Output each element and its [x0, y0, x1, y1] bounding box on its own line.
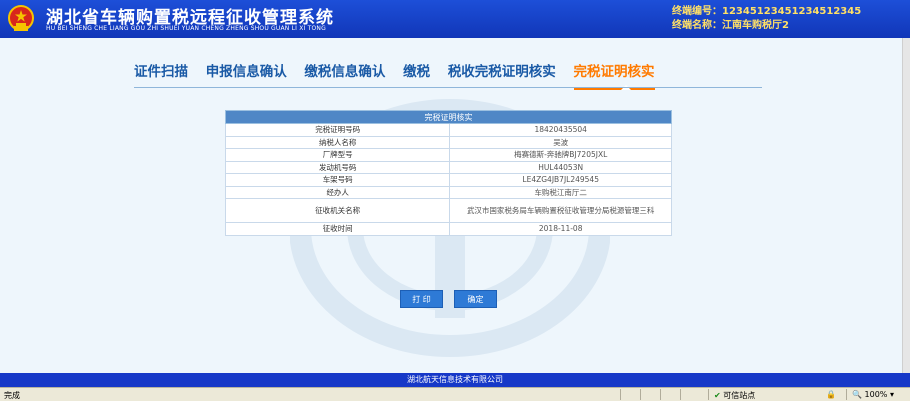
status-divider [680, 389, 681, 400]
row-label: 征收机关名称 [224, 198, 451, 223]
row-value: 18420435504 [449, 123, 672, 137]
step-tabs: 证件扫描 申报信息确认 缴税信息确认 缴税 税收完税证明核实 完税证明核实 [134, 60, 668, 90]
terminal-info: 终端编号：12345123451234512345 终端名称：江南车购税厅2 [672, 5, 861, 33]
terminal-name-value: 江南车购税厅2 [722, 20, 789, 31]
terminal-no-value: 12345123451234512345 [722, 6, 862, 17]
row-value: LE4ZG4JB7JL249545 [449, 173, 672, 187]
security-zone-label: 可信站点 [723, 391, 756, 400]
confirm-button[interactable]: 确定 [454, 290, 497, 308]
app-title-pinyin: HU BEI SHENG CHE LIANG GOU ZHI SHUEI YUA… [46, 25, 326, 32]
row-label: 车架号码 [224, 173, 451, 187]
row-label: 征收时间 [224, 222, 451, 236]
row-label: 经办人 [224, 185, 451, 199]
terminal-name-label: 终端名称： [672, 20, 722, 31]
security-zone[interactable]: ✔ 可信站点 [714, 390, 755, 401]
status-divider [640, 389, 641, 400]
browser-status-bar: 完成 ✔ 可信站点 🔒 🔍 100% ▾ [0, 387, 910, 401]
table-row: 厂牌型号 梅赛德斯-奔驰牌BJ7205JXL [224, 148, 672, 162]
status-divider [708, 389, 709, 400]
status-text: 完成 [4, 391, 20, 400]
table-row: 征收时间 2018-11-08 [224, 222, 672, 236]
checkmark-icon: ✔ [714, 391, 721, 400]
tab-certificate-verify[interactable]: 完税证明核实 [573, 60, 655, 90]
table-row: 经办人 车购税江南厅二 [224, 185, 672, 199]
tab-id-scan[interactable]: 证件扫描 [134, 60, 188, 87]
table-row: 发动机号码 HUL44053N [224, 160, 672, 174]
tab-declaration-confirm[interactable]: 申报信息确认 [206, 60, 287, 87]
tab-divider [134, 87, 762, 88]
print-button[interactable]: 打 印 [400, 290, 443, 308]
row-value: 梅赛德斯-奔驰牌BJ7205JXL [449, 148, 672, 162]
status-divider [846, 389, 847, 400]
chevron-down-icon: ▾ [889, 390, 894, 399]
page-footer: 湖北航天信息技术有限公司 [0, 373, 910, 387]
row-value: HUL44053N [449, 160, 672, 174]
row-value: 车购税江南厅二 [449, 185, 672, 199]
status-divider [620, 389, 621, 400]
row-value: 吴波 [449, 135, 672, 149]
table-row: 车架号码 LE4ZG4JB7JL249545 [224, 173, 672, 187]
app-header: 湖北省车辆购置税远程征收管理系统 HU BEI SHENG CHE LIANG … [0, 0, 910, 38]
vertical-scrollbar[interactable] [902, 38, 910, 373]
tab-payment-info-confirm[interactable]: 缴税信息确认 [304, 60, 385, 87]
protected-mode-icon: 🔒 [826, 390, 836, 399]
table-row: 完税证明号码 18420435504 [224, 123, 672, 137]
row-label: 完税证明号码 [224, 123, 451, 137]
company-name: 湖北航天信息技术有限公司 [407, 375, 503, 384]
zoom-control[interactable]: 🔍 100% ▾ [852, 390, 894, 399]
terminal-no-label: 终端编号： [672, 6, 722, 17]
certificate-table: 完税证明核实 完税证明号码 18420435504 纳税人名称 吴波 厂牌型号 … [224, 110, 672, 236]
national-emblem-icon [8, 5, 34, 31]
row-label: 发动机号码 [224, 160, 451, 174]
tab-tax-certificate-verify[interactable]: 税收完税证明核实 [448, 60, 556, 87]
table-row: 纳税人名称 吴波 [224, 135, 672, 149]
zoom-icon: 🔍 [852, 390, 862, 399]
row-value: 2018-11-08 [449, 222, 672, 236]
row-label: 纳税人名称 [224, 135, 451, 149]
table-header-row: 完税证明核实 [225, 110, 672, 124]
row-value: 武汉市国家税务局车辆购置税征收管理分局税源管理三科 [449, 198, 672, 223]
table-row: 征收机关名称 武汉市国家税务局车辆购置税征收管理分局税源管理三科 [224, 198, 672, 223]
table-caption: 完税证明核实 [225, 110, 672, 124]
status-divider [660, 389, 661, 400]
row-label: 厂牌型号 [224, 148, 451, 162]
zoom-level: 100% [864, 390, 888, 399]
tab-pay-tax[interactable]: 缴税 [403, 60, 430, 87]
main-content: 证件扫描 申报信息确认 缴税信息确认 缴税 税收完税证明核实 完税证明核实 完税… [0, 38, 902, 373]
